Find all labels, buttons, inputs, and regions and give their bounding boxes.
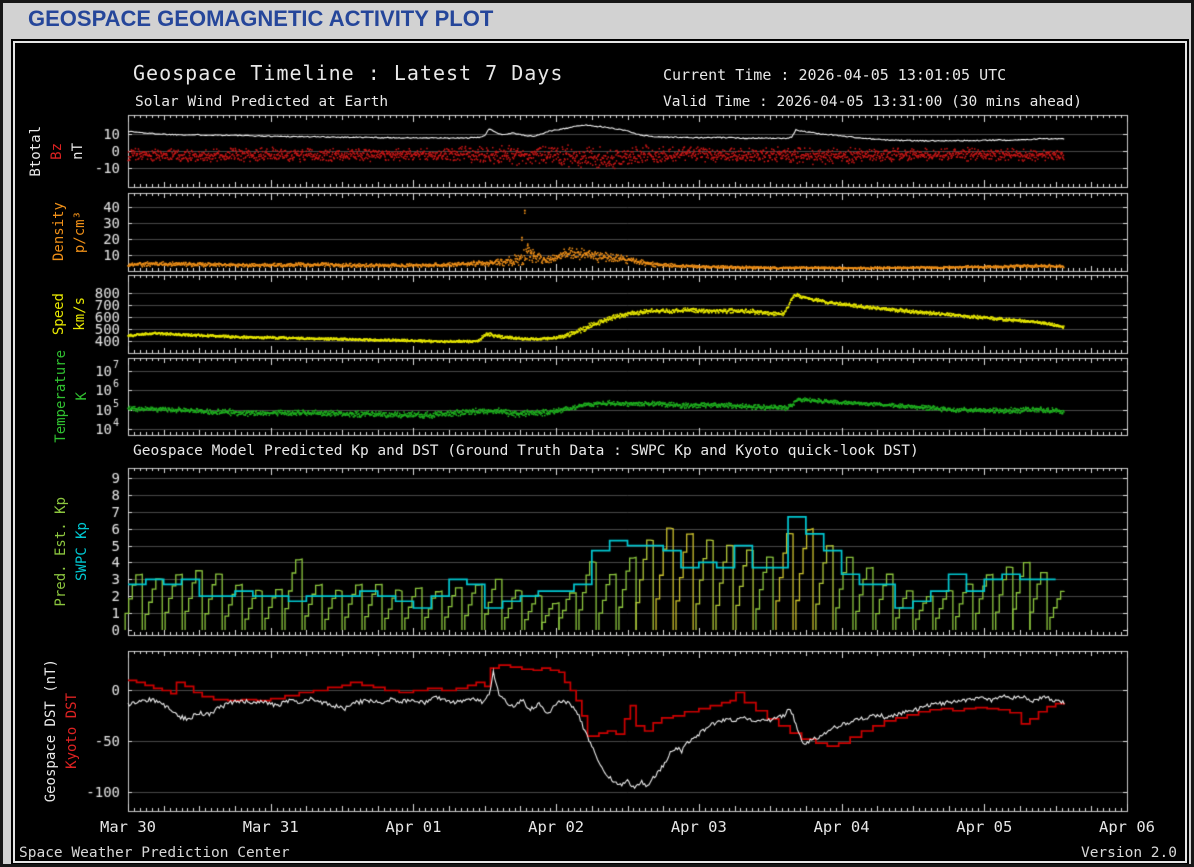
speed-axis-label: Speed	[51, 292, 67, 336]
valid-time-label: Valid Time : 2026-04-05 13:31:00 (30 min…	[663, 94, 1083, 110]
x-tick-label: Apr 06	[1099, 818, 1155, 836]
x-tick-label: Apr 03	[670, 818, 727, 836]
speed-axis-label: km/s	[72, 297, 88, 331]
temperature-axis-label: K	[74, 392, 90, 401]
page-title: GEOSPACE GEOMAGNETIC ACTIVITY PLOT	[28, 6, 494, 31]
x-tick-label: Apr 02	[528, 818, 585, 836]
imf-axis-label: Btotal	[28, 125, 44, 177]
plot-container: Geospace Timeline : Latest 7 Days Curren…	[11, 39, 1189, 864]
imf-axis-label: nT	[70, 142, 86, 160]
solar-wind-section-title: Solar Wind Predicted at Earth	[135, 94, 389, 110]
x-tick-label: Mar 30	[100, 818, 156, 836]
kp-axis-label: SWPC Kp	[74, 521, 90, 581]
footer-credit: Space Weather Prediction Center	[19, 845, 290, 861]
current-time-label: Current Time : 2026-04-05 13:01:05 UTC	[663, 66, 1007, 84]
page-header: GEOSPACE GEOMAGNETIC ACTIVITY PLOT	[3, 3, 1191, 37]
kp-axis-label: Pred. Est. Kp	[53, 496, 69, 607]
imf-axis-label: Bz	[49, 142, 65, 160]
chart-title: Geospace Timeline : Latest 7 Days	[133, 61, 564, 85]
x-tick-label: Mar 31	[242, 818, 299, 836]
density-axis-label: Density	[51, 202, 67, 262]
x-tick-label: Apr 05	[956, 818, 1013, 836]
footer-version: Version 2.0	[1080, 845, 1177, 861]
x-tick-label: Apr 01	[385, 818, 442, 836]
kp-dst-section-title: Geospace Model Predicted Kp and DST (Gro…	[133, 443, 919, 459]
dst-axis-label: Geospace DST (nT)	[43, 659, 59, 803]
page: GEOSPACE GEOMAGNETIC ACTIVITY PLOT Geosp…	[0, 0, 1194, 867]
temperature-axis-label: Temperature	[53, 350, 69, 443]
x-tick-label: Apr 04	[813, 818, 870, 836]
dst-axis-label: Kyoto DST	[64, 693, 80, 769]
density-axis-label: p/cm³	[72, 210, 88, 254]
